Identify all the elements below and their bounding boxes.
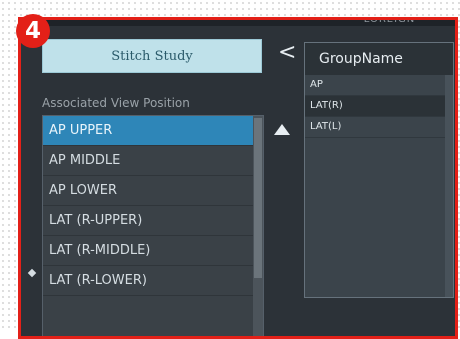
row-pointer-icon (27, 268, 37, 278)
highlight-frame: LOREIGN Stitch Study < Associated View P… (18, 17, 458, 339)
group-item-lat-l[interactable]: LAT(L) (305, 117, 453, 138)
group-item-ap[interactable]: AP (305, 75, 453, 96)
view-item-lat-r-lower[interactable]: LAT (R-LOWER) (43, 266, 263, 296)
view-list-scrollbar[interactable] (253, 116, 263, 336)
triangle-up-icon[interactable] (274, 124, 290, 135)
step-badge: 4 (16, 14, 50, 48)
view-item-lat-r-middle[interactable]: LAT (R-MIDDLE) (43, 236, 263, 266)
view-item-ap-middle[interactable]: AP MIDDLE (43, 146, 263, 176)
view-item-ap-lower[interactable]: AP LOWER (43, 176, 263, 206)
view-list-scroll-thumb[interactable] (254, 118, 262, 278)
view-position-list[interactable]: AP UPPER AP MIDDLE AP LOWER LAT (R-UPPER… (42, 115, 264, 336)
group-item-lat-r[interactable]: LAT(R) (305, 96, 453, 117)
group-name-panel: GroupName AP LAT(R) LAT(L) (304, 42, 454, 298)
group-name-header: GroupName (305, 43, 453, 75)
chevron-left-icon[interactable]: < (278, 42, 296, 64)
group-panel-scrollbar[interactable] (445, 75, 453, 297)
top-right-label: LOREIGN (363, 17, 416, 25)
stitch-study-button[interactable]: Stitch Study (42, 39, 262, 73)
view-item-ap-upper[interactable]: AP UPPER (43, 116, 263, 146)
associated-view-position-label: Associated View Position (42, 96, 190, 110)
view-item-lat-r-upper[interactable]: LAT (R-UPPER) (43, 206, 263, 236)
